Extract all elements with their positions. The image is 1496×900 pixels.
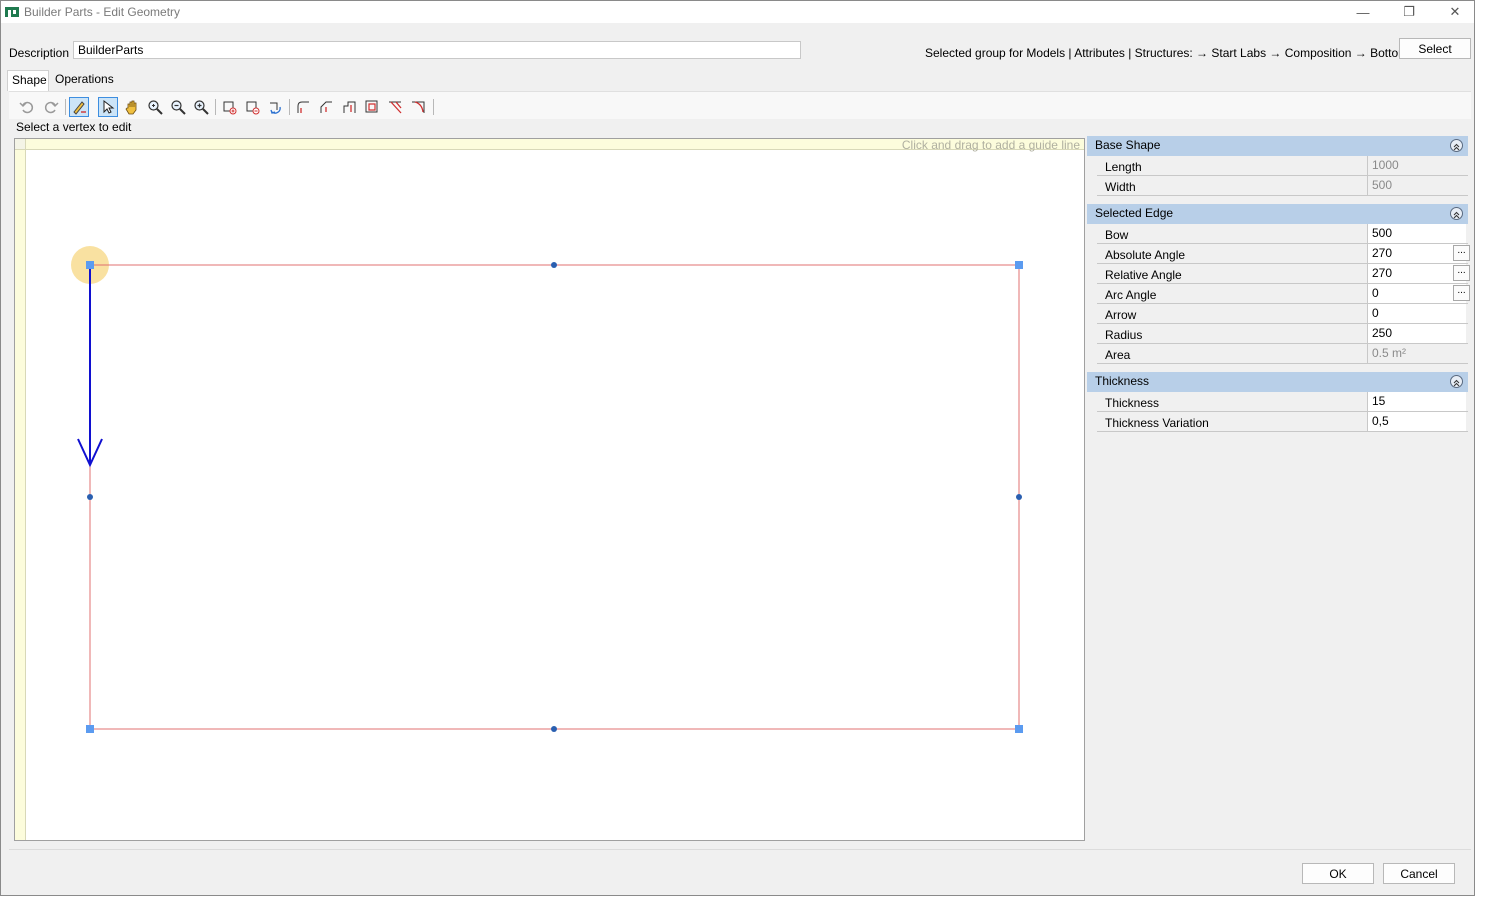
close-button[interactable]: ✕ — [1432, 1, 1478, 23]
description-label: Description — [9, 46, 70, 60]
redo-icon[interactable] — [41, 97, 61, 117]
minimize-button[interactable]: — — [1340, 1, 1386, 23]
corner-rect-icon[interactable] — [362, 97, 382, 117]
zoom-out-icon[interactable] — [168, 97, 188, 117]
prop-arrow: Arrow 0 — [1097, 304, 1468, 324]
cut-diagonal-icon[interactable] — [385, 97, 405, 117]
prop-value-input[interactable]: 500 — [1367, 224, 1466, 243]
edge-midpoint-bottom[interactable] — [551, 726, 557, 732]
vertex-handle-top-right[interactable] — [1015, 261, 1023, 269]
prop-value-input[interactable]: 250 — [1367, 324, 1466, 343]
zoom-in-icon[interactable] — [191, 97, 211, 117]
prop-thickness-variation: Thickness Variation 0,5 — [1097, 412, 1468, 432]
prop-name: Thickness Variation — [1105, 416, 1209, 430]
window-title: Builder Parts - Edit Geometry — [24, 5, 181, 19]
toolbar-separator — [289, 99, 290, 115]
prop-arc-angle: Arc Angle 0 ... — [1097, 284, 1470, 304]
prop-value-input[interactable]: 0,5 — [1367, 412, 1466, 431]
toolbar-separator — [433, 99, 434, 115]
prop-name: Arrow — [1105, 308, 1137, 322]
status-hint: Select a vertex to edit — [16, 120, 132, 134]
corner-round-icon[interactable] — [293, 97, 313, 117]
prop-absolute-angle: Absolute Angle 270 ... — [1097, 244, 1470, 264]
zoom-fit-icon[interactable] — [145, 97, 165, 117]
ok-button[interactable]: OK — [1302, 863, 1374, 884]
vertex-handle-bottom-left[interactable] — [86, 725, 94, 733]
prop-value-input[interactable]: 15 — [1367, 392, 1466, 411]
prop-bow: Bow 500 — [1097, 224, 1468, 244]
edge-midpoint-right[interactable] — [1016, 494, 1022, 500]
prop-value-input[interactable]: 0 — [1367, 304, 1466, 323]
prop-name: Area — [1105, 348, 1131, 362]
ellipsis-button[interactable]: ... — [1453, 245, 1470, 261]
add-vertex-icon[interactable] — [219, 97, 239, 117]
section-title: Thickness — [1095, 374, 1150, 388]
geometry-canvas[interactable]: Click and drag to add a guide line — [14, 138, 1085, 841]
undo-icon[interactable] — [17, 97, 37, 117]
prop-name: Width — [1105, 180, 1136, 194]
tab-operations[interactable]: Operations — [51, 70, 118, 90]
collapse-icon[interactable] — [1450, 139, 1463, 152]
description-input[interactable] — [73, 41, 801, 59]
title-bar[interactable]: Builder Parts - Edit Geometry — ❐ ✕ — [1, 1, 1474, 23]
edit-geometry-window: Builder Parts - Edit Geometry — ❐ ✕ Desc… — [0, 0, 1475, 896]
section-title: Selected Edge — [1095, 206, 1174, 220]
cancel-button[interactable]: Cancel — [1383, 863, 1455, 884]
corner-notch-icon[interactable] — [339, 97, 359, 117]
edge-midpoint-top[interactable] — [551, 262, 557, 268]
ellipsis-button[interactable]: ... — [1453, 265, 1470, 281]
selected-group-text: Selected group for Models | Attributes |… — [925, 46, 1415, 60]
prop-width: Width 500 — [1097, 176, 1468, 196]
collapse-icon[interactable] — [1450, 207, 1463, 220]
vertex-handle-top-left[interactable] — [86, 261, 94, 269]
remove-vertex-icon[interactable] — [242, 97, 262, 117]
section-selected-edge[interactable]: Selected Edge — [1087, 204, 1468, 224]
prop-area: Area 0.5 m² — [1097, 344, 1468, 364]
ellipsis-button[interactable]: ... — [1453, 285, 1470, 301]
prop-name: Bow — [1105, 228, 1129, 242]
toolbar — [9, 91, 1471, 119]
properties-panel: Base Shape Length 1000 Width 500 Selecte… — [1087, 136, 1470, 432]
prop-name: Arc Angle — [1105, 288, 1157, 302]
section-title: Base Shape — [1095, 138, 1161, 152]
prop-name: Length — [1105, 160, 1142, 174]
collapse-icon[interactable] — [1450, 375, 1463, 388]
prop-value: 1000 — [1367, 156, 1466, 175]
section-thickness[interactable]: Thickness — [1087, 372, 1468, 392]
prop-thickness: Thickness 15 — [1097, 392, 1468, 412]
tab-shape[interactable]: Shape — [7, 70, 49, 91]
select-button[interactable]: Select — [1399, 38, 1471, 59]
prop-length: Length 1000 — [1097, 156, 1468, 176]
prop-name: Absolute Angle — [1105, 248, 1186, 262]
toolbar-separator — [65, 99, 66, 115]
app-icon — [5, 7, 19, 17]
toolbar-separator — [215, 99, 216, 115]
maximize-button[interactable]: ❐ — [1386, 1, 1432, 23]
section-base-shape[interactable]: Base Shape — [1087, 136, 1468, 156]
prop-name: Relative Angle — [1105, 268, 1182, 282]
prop-name: Radius — [1105, 328, 1143, 342]
cut-arc-icon[interactable] — [408, 97, 428, 117]
edge-midpoint-left[interactable] — [87, 494, 93, 500]
footer-divider — [9, 849, 1471, 850]
shape-drawing[interactable] — [15, 139, 1084, 840]
prop-value: 500 — [1367, 176, 1466, 195]
corner-chamfer-icon[interactable] — [316, 97, 336, 117]
vertex-handle-bottom-right[interactable] — [1015, 725, 1023, 733]
prop-value: 0.5 m² — [1367, 344, 1466, 363]
prop-value-input[interactable]: 0 — [1367, 284, 1466, 303]
shape-outline — [89, 264, 1020, 730]
select-pointer-icon[interactable] — [98, 97, 118, 117]
prop-relative-angle: Relative Angle 270 ... — [1097, 264, 1470, 284]
prop-name: Thickness — [1105, 396, 1160, 410]
rotate-icon[interactable] — [265, 97, 285, 117]
prop-value-input[interactable]: 270 — [1367, 264, 1466, 283]
prop-value-input[interactable]: 270 — [1367, 244, 1466, 263]
pan-hand-icon[interactable] — [122, 97, 142, 117]
edit-vertex-icon[interactable] — [69, 97, 89, 117]
prop-radius: Radius 250 — [1097, 324, 1468, 344]
